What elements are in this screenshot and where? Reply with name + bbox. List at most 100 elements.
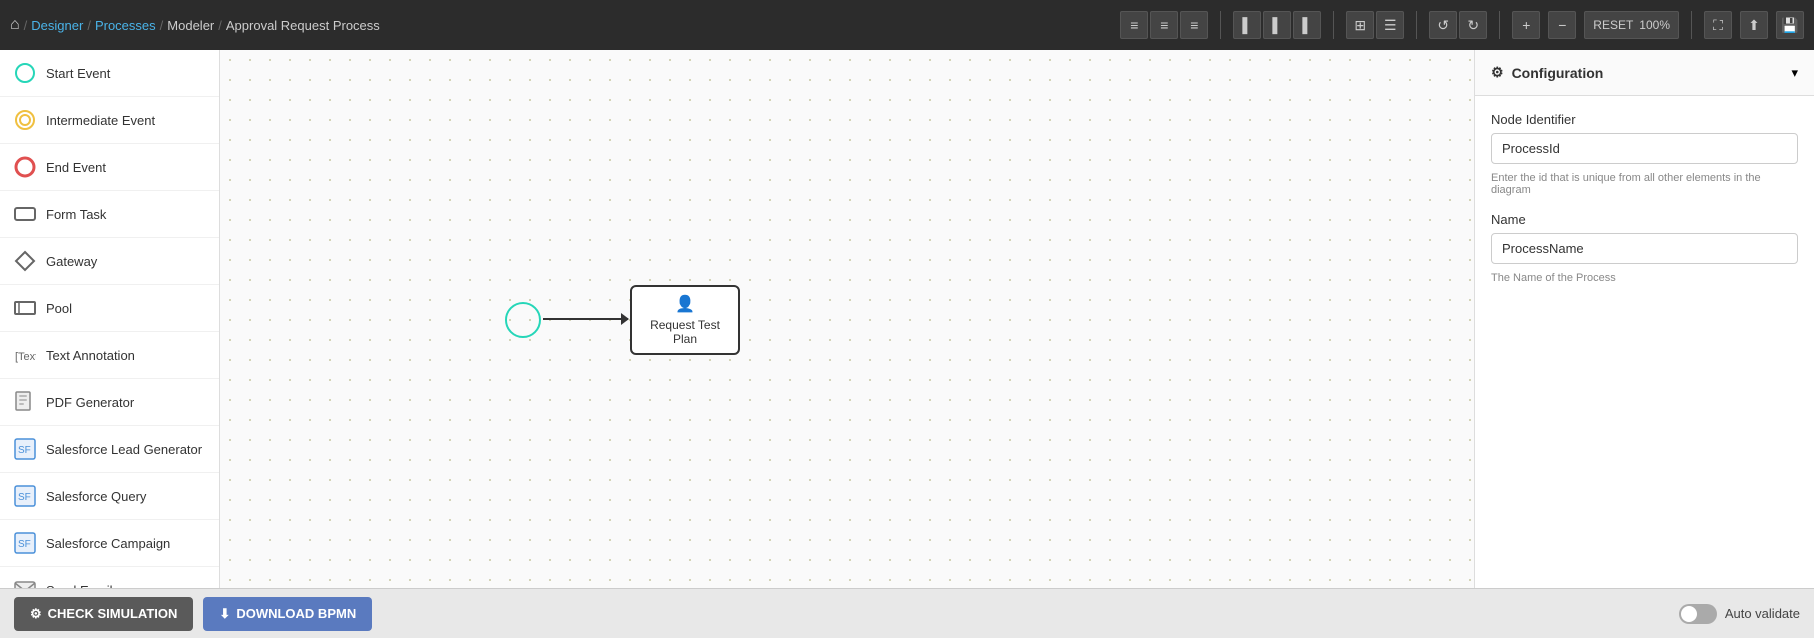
salesforce-query-label: Salesforce Query (46, 489, 146, 504)
undo-btn[interactable]: ↺ (1429, 11, 1457, 39)
svg-text:SF: SF (18, 445, 31, 456)
processes-link[interactable]: Processes (95, 18, 156, 33)
start-event-label: Start Event (46, 66, 110, 81)
pool-label: Pool (46, 301, 72, 316)
form-task-label: Form Task (46, 207, 106, 222)
intermediate-event-label: Intermediate Event (46, 113, 155, 128)
task-user-icon: 👤 (675, 294, 695, 314)
sep-2 (1333, 11, 1334, 39)
modeler-label: Modeler (167, 18, 214, 33)
task-label: Request Test Plan (650, 318, 720, 346)
text-annotation-label: Text Annotation (46, 348, 135, 363)
sep1: / (24, 18, 28, 33)
svg-text:SF: SF (18, 539, 31, 550)
name-hint: The Name of the Process (1491, 272, 1798, 284)
sep-1 (1220, 11, 1221, 39)
download-bpmn-btn[interactable]: ⬇ DOWNLOAD BPMN (203, 597, 372, 631)
bpmn-start-event[interactable] (505, 302, 541, 338)
sep-5 (1691, 11, 1692, 39)
svg-text:SF: SF (18, 492, 31, 503)
sep4: / (218, 18, 222, 33)
sidebar-item-pdf-generator[interactable]: PDF Generator (0, 379, 219, 426)
sep3: / (160, 18, 164, 33)
fit-btn[interactable]: ⛶ (1704, 11, 1732, 39)
bottom-bar: ⚙ CHECK SIMULATION ⬇ DOWNLOAD BPMN Auto … (0, 588, 1814, 638)
grid-btn[interactable]: ⊞ (1346, 11, 1374, 39)
node-identifier-input[interactable] (1491, 133, 1798, 164)
list-btn[interactable]: ☰ (1376, 11, 1404, 39)
svg-text:[Text: [Text (15, 351, 36, 363)
sidebar-item-form-task[interactable]: Form Task (0, 191, 219, 238)
sidebar-item-start-event[interactable]: Start Event (0, 50, 219, 97)
reset-btn[interactable]: RESET 100% (1584, 11, 1679, 39)
salesforce-campaign-label: Salesforce Campaign (46, 536, 170, 551)
align-center-btn[interactable]: ≡ (1150, 11, 1178, 39)
align-left-btn[interactable]: ≡ (1120, 11, 1148, 39)
config-title: Configuration (1512, 65, 1604, 81)
salesforce-lead-label: Salesforce Lead Generator (46, 442, 202, 457)
sep-4 (1499, 11, 1500, 39)
name-label: Name (1491, 212, 1798, 227)
export-btn[interactable]: ⬆ (1740, 11, 1768, 39)
sidebar-item-send-email[interactable]: Send Email (0, 567, 219, 588)
pdf-generator-label: PDF Generator (46, 395, 134, 410)
pdf-generator-icon (14, 391, 36, 413)
end-event-icon (14, 156, 36, 178)
check-simulation-btn[interactable]: ⚙ CHECK SIMULATION (14, 597, 193, 631)
send-email-icon (14, 579, 36, 588)
salesforce-lead-icon: SF (14, 438, 36, 460)
home-icon[interactable]: ⌂ (10, 16, 20, 34)
config-gear-icon: ⚙ (1491, 64, 1504, 81)
bpmn-task-request-test-plan[interactable]: 👤 Request Test Plan (630, 285, 740, 355)
gateway-label: Gateway (46, 254, 97, 269)
zoom-in-btn[interactable]: + (1512, 11, 1540, 39)
sidebar-item-pool[interactable]: Pool (0, 285, 219, 332)
salesforce-query-icon: SF (14, 485, 36, 507)
breadcrumb: ⌂ / Designer / Processes / Modeler / App… (10, 16, 380, 34)
sidebar-item-salesforce-lead[interactable]: SF Salesforce Lead Generator (0, 426, 219, 473)
name-group: Name The Name of the Process (1491, 212, 1798, 284)
pool-icon (14, 297, 36, 319)
bar-chart-btn-3[interactable]: ▌ (1293, 11, 1321, 39)
start-event-icon (14, 62, 36, 84)
sidebar-item-salesforce-campaign[interactable]: SF Salesforce Campaign (0, 520, 219, 567)
sidebar: Start Event Intermediate Event End Event (0, 50, 220, 588)
zoom-out-btn[interactable]: − (1548, 11, 1576, 39)
node-identifier-hint: Enter the id that is unique from all oth… (1491, 172, 1798, 196)
download-bpmn-icon: ⬇ (219, 606, 230, 622)
toolbar: ⌂ / Designer / Processes / Modeler / App… (0, 0, 1814, 50)
download-bpmn-label: DOWNLOAD BPMN (236, 606, 356, 621)
zoom-level: 100% (1639, 18, 1670, 32)
gateway-icon (14, 250, 36, 272)
bar-chart-btn-1[interactable]: ▌ (1233, 11, 1261, 39)
align-right-btn[interactable]: ≡ (1180, 11, 1208, 39)
sidebar-item-end-event[interactable]: End Event (0, 144, 219, 191)
right-panel-body: Node Identifier Enter the id that is uni… (1475, 96, 1814, 300)
node-identifier-group: Node Identifier Enter the id that is uni… (1491, 112, 1798, 196)
sidebar-item-text-annotation[interactable]: [Text Text Annotation (0, 332, 219, 379)
current-process-label: Approval Request Process (226, 18, 380, 33)
sidebar-item-salesforce-query[interactable]: SF Salesforce Query (0, 473, 219, 520)
text-annotation-icon: [Text (14, 344, 36, 366)
end-event-label: End Event (46, 160, 106, 175)
canvas: 👤 Request Test Plan (220, 50, 1474, 588)
collapse-icon[interactable]: ▾ (1791, 65, 1798, 81)
sep2: / (87, 18, 91, 33)
redo-btn[interactable]: ↻ (1459, 11, 1487, 39)
designer-link[interactable]: Designer (31, 18, 83, 33)
intermediate-event-icon (14, 109, 36, 131)
auto-validate-toggle[interactable] (1679, 604, 1717, 624)
right-panel-header: ⚙ Configuration ▾ (1475, 50, 1814, 96)
undo-group: ↺ ↻ (1429, 11, 1487, 39)
auto-validate-group: Auto validate (1679, 604, 1800, 624)
main-area: Start Event Intermediate Event End Event (0, 50, 1814, 588)
save-btn[interactable]: 💾 (1776, 11, 1804, 39)
sidebar-item-gateway[interactable]: Gateway (0, 238, 219, 285)
sidebar-item-intermediate-event[interactable]: Intermediate Event (0, 97, 219, 144)
reset-label: RESET (1593, 18, 1633, 32)
auto-validate-label: Auto validate (1725, 606, 1800, 621)
salesforce-campaign-icon: SF (14, 532, 36, 554)
bar-chart-btn-2[interactable]: ▌ (1263, 11, 1291, 39)
form-task-icon (14, 203, 36, 225)
name-input[interactable] (1491, 233, 1798, 264)
